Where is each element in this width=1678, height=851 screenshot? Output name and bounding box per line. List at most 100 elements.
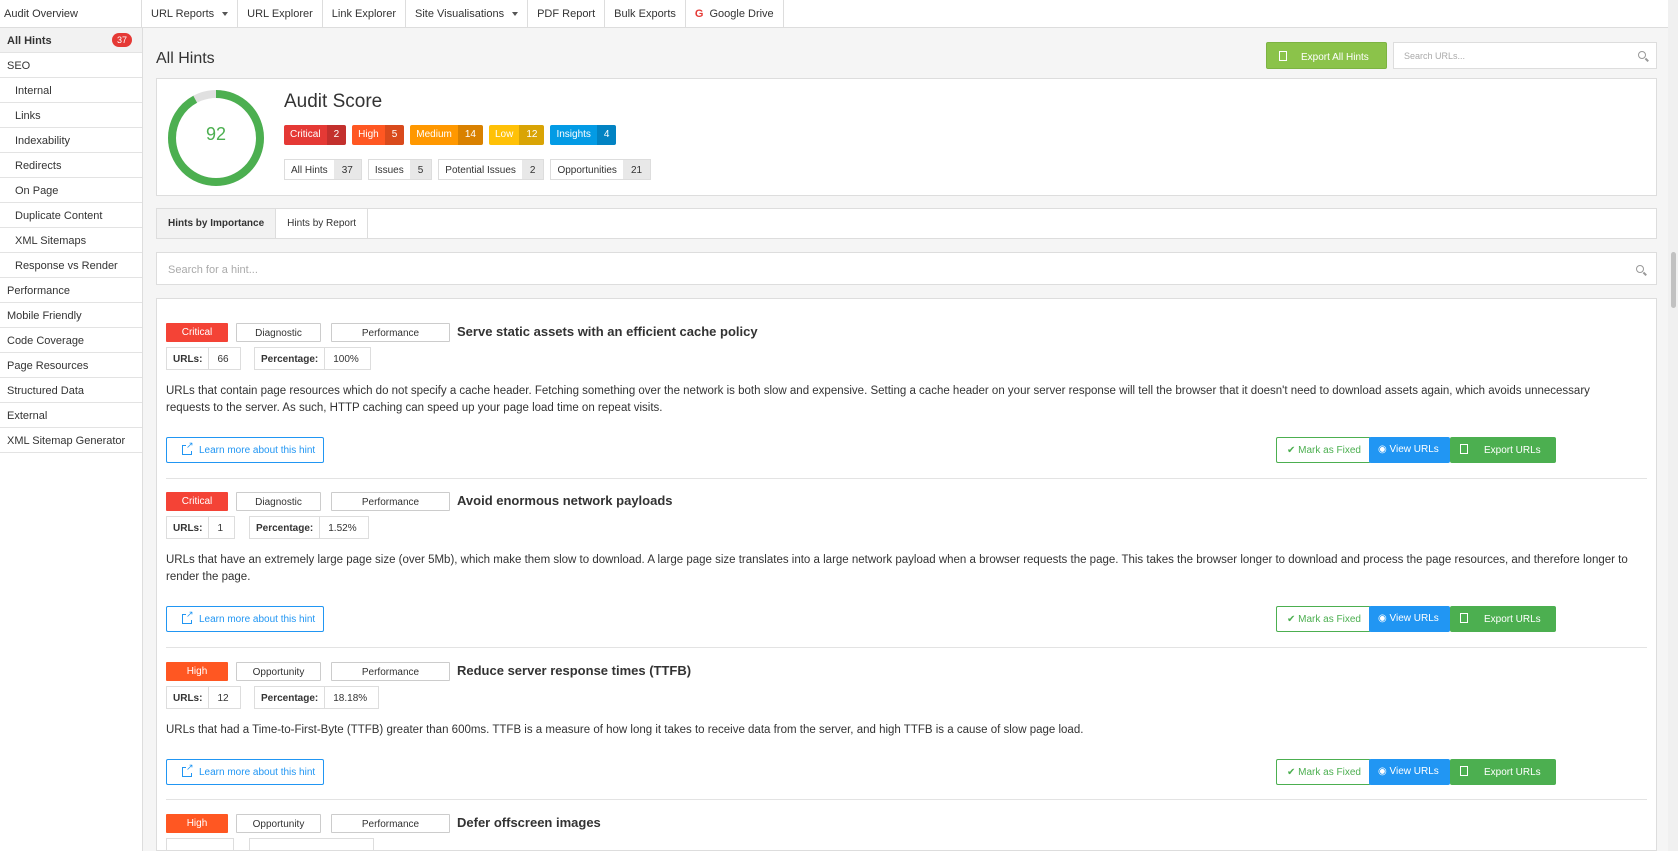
count-value: 2 [521, 160, 544, 179]
sidebar-item-on-page[interactable]: On Page [0, 178, 142, 203]
view-urls-button[interactable]: ◉ View URLs [1369, 606, 1450, 632]
hint-search-input[interactable]: Search for a hint... [156, 252, 1657, 285]
score-value: 92 [205, 124, 227, 144]
export-urls-label: Export URLs [1484, 445, 1541, 456]
search-urls-input[interactable]: Search URLs... [1393, 42, 1657, 69]
urls-stat [166, 838, 234, 850]
nav-bulk-exports[interactable]: Bulk Exports [605, 0, 686, 27]
learn-more-label: Learn more about this hint [199, 614, 316, 625]
sidebar-item-mobile-friendly[interactable]: Mobile Friendly [0, 303, 142, 328]
learn-more-label: Learn more about this hint [199, 767, 316, 778]
sidebar-item-xml-sitemaps[interactable]: XML Sitemaps [0, 228, 142, 253]
count-opportunities[interactable]: Opportunities 21 [550, 159, 652, 180]
count-issues[interactable]: Issues 5 [367, 159, 433, 180]
mark-as-fixed-button[interactable]: ✔ Mark as Fixed [1276, 759, 1371, 785]
sidebar-item-redirects[interactable]: Redirects [0, 153, 142, 178]
hint-description: URLs that have an extremely large page s… [166, 554, 1628, 583]
severity-count: 2 [326, 125, 347, 145]
learn-more-link[interactable]: Learn more about this hint [166, 759, 324, 785]
mark-as-fixed-button[interactable]: ✔ Mark as Fixed [1276, 437, 1371, 463]
sidebar-item-page-resources[interactable]: Page Resources [0, 353, 142, 378]
sidebar-item-label: All Hints [7, 35, 52, 47]
document-icon [1460, 613, 1468, 623]
urls-stat: URLs: 66 [166, 347, 241, 370]
nav-url-reports[interactable]: URL Reports [142, 0, 239, 27]
count-label: Opportunities [551, 160, 623, 179]
count-all-hints[interactable]: All Hints 37 [284, 159, 362, 180]
sidebar-item-performance[interactable]: Performance [0, 278, 142, 303]
nav-url-explorer[interactable]: URL Explorer [238, 0, 323, 27]
learn-more-link[interactable]: Learn more about this hint [166, 437, 324, 463]
sidebar-item-indexability[interactable]: Indexability [0, 128, 142, 153]
severity-critical[interactable]: Critical 2 [284, 125, 347, 145]
mark-as-fixed-button[interactable]: ✔ Mark as Fixed [1276, 606, 1371, 632]
severity-count: 12 [519, 125, 545, 145]
severity-medium[interactable]: Medium 14 [410, 125, 483, 145]
hint-description: URLs that had a Time-to-First-Byte (TTFB… [166, 724, 1084, 736]
view-urls-button[interactable]: ◉ View URLs [1369, 759, 1450, 785]
hint-count-badge: 37 [111, 33, 132, 47]
count-value: 5 [409, 160, 432, 179]
export-urls-label: Export URLs [1484, 767, 1541, 778]
audit-score-title: Audit Score [284, 91, 383, 112]
type-tag: Diagnostic [236, 492, 321, 511]
export-urls-label: Export URLs [1484, 614, 1541, 625]
audit-score-panel: 92 Audit Score Critical 2 High 5 Medium 14 … [156, 78, 1657, 196]
count-potential-issues[interactable]: Potential Issues 2 [438, 159, 545, 180]
nav-label: Link Explorer [331, 8, 396, 20]
hint-type-counts: All Hints 37 Issues 5 Potential Issues 2 Op… [284, 159, 652, 180]
hint-divider [166, 799, 1647, 800]
hints-list: Critical Diagnostic Performance Serve st… [156, 298, 1657, 851]
sidebar-item-seo[interactable]: SEO [0, 53, 142, 78]
stat-label: Percentage: [255, 687, 326, 708]
count-value: 21 [622, 160, 651, 179]
severity-insights[interactable]: Insights 4 [550, 125, 617, 145]
sidebar-item-xml-sitemap-generator[interactable]: XML Sitemap Generator [0, 428, 142, 453]
sidebar-item-structured-data[interactable]: Structured Data [0, 378, 142, 403]
hint-description: URLs that contain page resources which d… [166, 385, 1590, 414]
severity-high[interactable]: High 5 [352, 125, 405, 145]
severity-count: 14 [457, 125, 483, 145]
sidebar-item-code-coverage[interactable]: Code Coverage [0, 328, 142, 353]
severity-count: 4 [596, 125, 617, 145]
view-urls-button[interactable]: ◉ View URLs [1369, 437, 1450, 463]
nav-label: PDF Report [537, 8, 596, 20]
external-link-icon [182, 762, 194, 777]
scrollbar-thumb[interactable] [1671, 252, 1676, 308]
sidebar-item-external[interactable]: External [0, 403, 142, 428]
urls-stat: URLs: 12 [166, 686, 241, 709]
hint-tabs: Hints by Importance Hints by Report [156, 208, 1657, 239]
tab-hints-by-report[interactable]: Hints by Report [276, 209, 369, 238]
learn-more-link[interactable]: Learn more about this hint [166, 606, 324, 632]
sidebar-item-internal[interactable]: Internal [0, 78, 142, 103]
category-tag: Performance [331, 492, 450, 511]
export-urls-button[interactable]: Export URLs [1450, 606, 1556, 632]
sidebar-item-all-hints[interactable]: All Hints 37 [0, 28, 142, 53]
type-tag: Opportunity [236, 814, 321, 833]
export-urls-button[interactable]: Export URLs [1450, 759, 1556, 785]
export-all-hints-button[interactable]: Export All Hints [1266, 42, 1387, 69]
stat-value: 1.52% [328, 523, 357, 534]
stat-label: Percentage: [250, 517, 321, 538]
sidebar-item-links[interactable]: Links [0, 103, 142, 128]
severity-label: Low [494, 129, 514, 140]
sidebar-item-duplicate-content[interactable]: Duplicate Content [0, 203, 142, 228]
tab-hints-by-importance[interactable]: Hints by Importance [157, 209, 277, 238]
page-scrollbar[interactable] [1668, 0, 1678, 851]
nav-pdf-report[interactable]: PDF Report [528, 0, 606, 27]
severity-low[interactable]: Low 12 [488, 125, 545, 145]
urls-stat: URLs: 1 [166, 516, 236, 539]
severity-tag: High [166, 662, 228, 681]
severity-label: High [358, 129, 379, 140]
nav-google-drive[interactable]: G Google Drive [686, 0, 784, 27]
sidebar-item-response-vs-render[interactable]: Response vs Render [0, 253, 142, 278]
nav-link-explorer[interactable]: Link Explorer [323, 0, 406, 27]
search-icon [1636, 265, 1644, 273]
export-urls-button[interactable]: Export URLs [1450, 437, 1556, 463]
external-link-icon [182, 609, 194, 624]
nav-site-visualisations[interactable]: Site Visualisations [406, 0, 529, 27]
nav-label: Google Drive [709, 8, 774, 20]
nav-audit-overview[interactable]: Audit Overview [0, 0, 142, 27]
type-tag: Diagnostic [236, 323, 321, 342]
hint-title: Serve static assets with an efficient ca… [457, 324, 758, 339]
